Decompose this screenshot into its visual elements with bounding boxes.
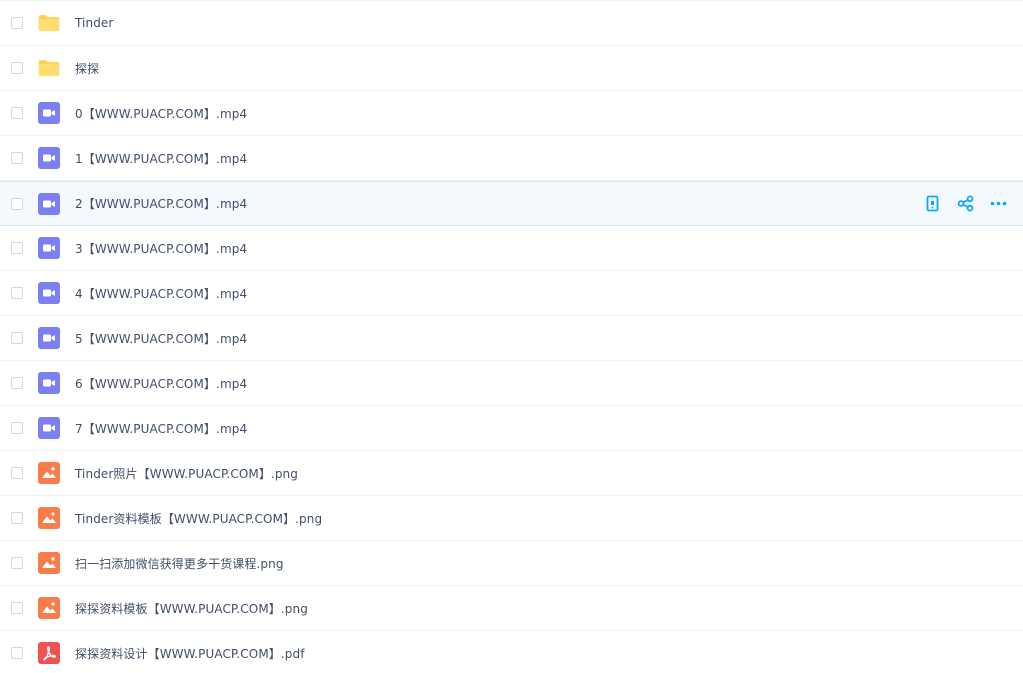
file-name[interactable]: 6【WWW.PUACP.COM】.mp4: [75, 375, 247, 392]
file-name[interactable]: Tinder资料模板【WWW.PUACP.COM】.png: [75, 510, 322, 527]
file-row[interactable]: 4【WWW.PUACP.COM】.mp4: [0, 271, 1023, 316]
row-checkbox[interactable]: [11, 62, 23, 74]
file-row[interactable]: 扫一扫添加微信获得更多干货课程.png: [0, 541, 1023, 586]
more-icon[interactable]: [990, 195, 1007, 212]
video-file-icon: [38, 102, 60, 124]
pdf-file-icon: [38, 642, 60, 664]
row-checkbox[interactable]: [11, 467, 23, 479]
folder-icon: [38, 12, 60, 34]
row-checkbox[interactable]: [11, 512, 23, 524]
file-name[interactable]: 7【WWW.PUACP.COM】.mp4: [75, 420, 247, 437]
row-checkbox[interactable]: [11, 332, 23, 344]
file-row[interactable]: 探探: [0, 46, 1023, 91]
file-name[interactable]: 3【WWW.PUACP.COM】.mp4: [75, 240, 247, 257]
row-checkbox[interactable]: [11, 152, 23, 164]
file-list: Tinder 探探 0【WWW.PUACP.COM】.mp4 1【WWW.PUACP.…: [0, 0, 1023, 673]
folder-icon: [38, 57, 60, 79]
file-row[interactable]: 6【WWW.PUACP.COM】.mp4: [0, 361, 1023, 406]
file-name[interactable]: Tinder照片【WWW.PUACP.COM】.png: [75, 465, 298, 482]
file-row[interactable]: 0【WWW.PUACP.COM】.mp4: [0, 91, 1023, 136]
file-row[interactable]: 1【WWW.PUACP.COM】.mp4: [0, 136, 1023, 181]
file-name[interactable]: 探探资料设计【WWW.PUACP.COM】.pdf: [75, 645, 305, 662]
row-checkbox[interactable]: [11, 422, 23, 434]
video-file-icon: [38, 417, 60, 439]
file-name[interactable]: 探探: [75, 60, 99, 77]
file-name[interactable]: 探探资料模板【WWW.PUACP.COM】.png: [75, 600, 308, 617]
video-file-icon: [38, 192, 60, 215]
row-actions: [924, 195, 1007, 212]
file-name[interactable]: 2【WWW.PUACP.COM】.mp4: [75, 195, 247, 212]
file-row[interactable]: Tinder资料模板【WWW.PUACP.COM】.png: [0, 496, 1023, 541]
file-name[interactable]: 扫一扫添加微信获得更多干货课程.png: [75, 555, 284, 572]
row-checkbox[interactable]: [11, 647, 23, 659]
phone-icon[interactable]: [924, 195, 941, 212]
file-name[interactable]: Tinder: [75, 16, 113, 30]
file-row[interactable]: 3【WWW.PUACP.COM】.mp4: [0, 226, 1023, 271]
file-name[interactable]: 0【WWW.PUACP.COM】.mp4: [75, 105, 247, 122]
file-row[interactable]: Tinder照片【WWW.PUACP.COM】.png: [0, 451, 1023, 496]
image-file-icon: [38, 552, 60, 574]
file-row[interactable]: 7【WWW.PUACP.COM】.mp4: [0, 406, 1023, 451]
share-icon[interactable]: [957, 195, 974, 212]
file-row[interactable]: 探探资料模板【WWW.PUACP.COM】.png: [0, 586, 1023, 631]
row-checkbox[interactable]: [11, 242, 23, 254]
row-checkbox[interactable]: [11, 17, 23, 29]
row-checkbox[interactable]: [11, 377, 23, 389]
row-checkbox[interactable]: [11, 287, 23, 299]
file-row[interactable]: 探探资料设计【WWW.PUACP.COM】.pdf: [0, 631, 1023, 673]
file-row[interactable]: 5【WWW.PUACP.COM】.mp4: [0, 316, 1023, 361]
file-name[interactable]: 5【WWW.PUACP.COM】.mp4: [75, 330, 247, 347]
file-name[interactable]: 4【WWW.PUACP.COM】.mp4: [75, 285, 247, 302]
row-checkbox[interactable]: [11, 557, 23, 569]
video-file-icon: [38, 147, 60, 169]
image-file-icon: [38, 597, 60, 619]
row-checkbox[interactable]: [11, 107, 23, 119]
video-file-icon: [38, 282, 60, 304]
row-checkbox[interactable]: [11, 197, 23, 210]
file-row[interactable]: 2【WWW.PUACP.COM】.mp4: [0, 181, 1023, 226]
video-file-icon: [38, 237, 60, 259]
file-row[interactable]: Tinder: [0, 1, 1023, 46]
file-name[interactable]: 1【WWW.PUACP.COM】.mp4: [75, 150, 247, 167]
row-checkbox[interactable]: [11, 602, 23, 614]
image-file-icon: [38, 462, 60, 484]
video-file-icon: [38, 327, 60, 349]
video-file-icon: [38, 372, 60, 394]
image-file-icon: [38, 507, 60, 529]
